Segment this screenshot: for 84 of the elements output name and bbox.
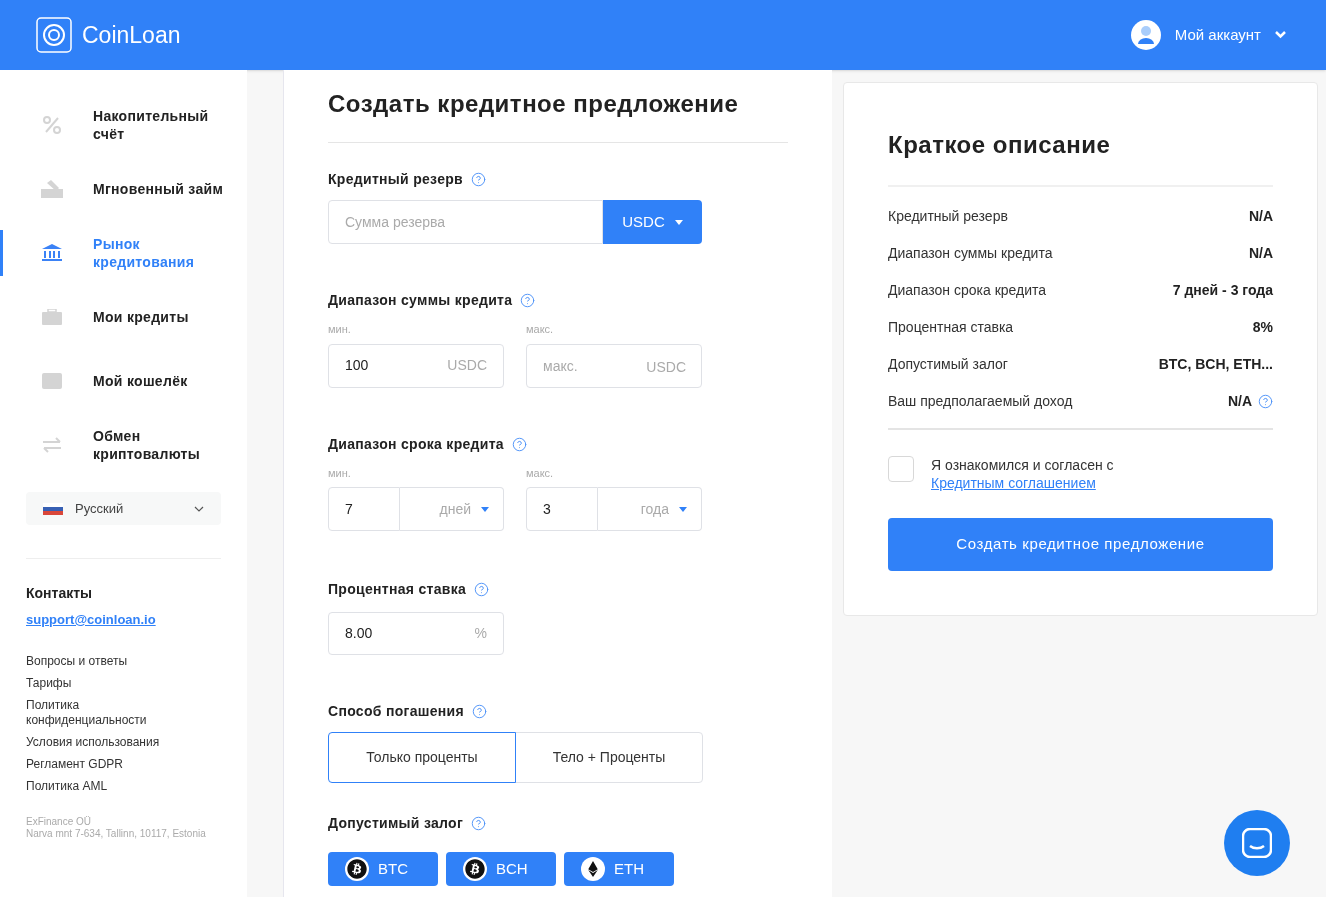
sidebar-item[interactable]: Мгновенный займ — [0, 166, 247, 212]
min-label: мин. — [328, 465, 352, 481]
contacts-heading: Контакты — [26, 584, 92, 603]
chevron-down-icon — [194, 505, 204, 512]
cheque-pen-icon — [41, 180, 63, 198]
caret-icon — [481, 506, 489, 512]
sidebar-item[interactable]: Обмен криптовалюты — [0, 422, 247, 468]
wallet-icon — [42, 373, 62, 389]
max-label: макс. — [526, 465, 555, 481]
briefcase-icon — [42, 309, 62, 325]
company-address: Narva mnt 7-634, Tallinn, 10117, Estonia — [26, 827, 206, 840]
repayment-option[interactable]: Только проценты — [328, 732, 516, 783]
field-label: Кредитный резерв — [328, 170, 463, 189]
help-icon[interactable] — [471, 704, 487, 719]
bank-icon — [42, 244, 62, 262]
field-label: Диапазон суммы кредита — [328, 291, 513, 310]
user-avatar-icon — [1130, 20, 1161, 50]
russian-flag-icon — [43, 502, 63, 515]
summary-value: BTC, BCH, ETH... — [1158, 354, 1273, 374]
footer-link[interactable]: Политика AML — [26, 778, 176, 794]
summary-value: N/A — [1227, 391, 1252, 411]
summary-label: Процентная ставка — [888, 317, 1014, 337]
field-label: Допустимый залог — [328, 814, 464, 833]
account-menu[interactable]: Мой аккаунт — [1130, 20, 1286, 50]
help-icon[interactable] — [471, 816, 487, 831]
summary-label: Кредитный резерв — [888, 206, 1008, 226]
sidebar-item[interactable]: Мой кошелёк — [0, 358, 247, 404]
field-label: Способ погашения — [328, 702, 464, 721]
create-offer-button[interactable]: Создать кредитное предложение — [888, 518, 1273, 571]
min-label: мин. — [328, 322, 352, 337]
summary-value: N/A — [1248, 243, 1273, 263]
chat-bubble-icon — [1242, 828, 1272, 858]
agree-checkbox[interactable] — [888, 456, 914, 482]
form-title: Создать кредитное предложение — [328, 86, 788, 143]
min-amount-field[interactable]: 100 USDC — [328, 343, 504, 388]
field-label: Процентная ставка — [328, 580, 467, 599]
ethereum-icon — [581, 857, 605, 881]
repayment-option[interactable]: Тело + Проценты — [515, 732, 703, 783]
interest-rate-field[interactable]: 8.00 % — [328, 612, 504, 655]
help-icon[interactable] — [474, 582, 490, 597]
collateral-coin-button[interactable]: BCH — [446, 852, 556, 886]
loan-agreement-link[interactable]: Кредитным соглашением — [931, 475, 1096, 491]
agreement-text: Я ознакомился и согласен с Кредитным соглашением — [931, 456, 1115, 492]
summary-value: N/A — [1248, 206, 1273, 226]
summary-label: Диапазон срока кредита — [888, 280, 1047, 300]
help-icon[interactable] — [471, 172, 486, 187]
exchange-arrows-icon — [42, 437, 62, 453]
sidebar-item[interactable]: Мои кредиты — [0, 294, 247, 340]
footer-link[interactable]: Вопросы и ответы — [26, 653, 176, 669]
summary-label: Допустимый залог — [888, 354, 1008, 374]
summary-value: 8% — [1252, 317, 1273, 337]
help-icon[interactable] — [520, 293, 536, 308]
field-label: Диапазон срока кредита — [328, 434, 504, 454]
logo-text: CoinLoan — [82, 20, 181, 50]
bitcoin-icon — [345, 857, 369, 881]
currency-select[interactable]: USDC — [603, 200, 702, 244]
summary-value: 7 дней - 3 года — [1172, 280, 1273, 300]
collateral-coin-button[interactable]: BTC — [328, 852, 438, 886]
bitcoin-icon — [463, 857, 487, 881]
help-icon[interactable] — [1258, 393, 1273, 409]
help-icon[interactable] — [511, 436, 527, 452]
max-label: макс. — [526, 322, 555, 337]
footer-link[interactable]: Условия использования — [26, 734, 176, 750]
footer-link[interactable]: Тарифы — [26, 675, 176, 691]
support-email-link[interactable]: support@coinloan.io — [26, 610, 156, 630]
collateral-coin-button[interactable]: ETH — [564, 852, 674, 886]
summary-title: Краткое описание — [888, 127, 1273, 187]
footer-link[interactable]: Регламент GDPR — [26, 756, 176, 772]
unit-label: USDC — [646, 357, 686, 377]
footer-link[interactable]: Политика конфиденциальности — [26, 697, 176, 728]
caret-icon — [679, 506, 687, 512]
min-term-field[interactable]: 7 — [328, 487, 400, 531]
reserve-amount-field[interactable]: Сумма резерва — [328, 200, 603, 244]
sidebar-item[interactable]: Рынок кредитования — [0, 230, 247, 276]
summary-label: Ваш предполагаемый доход — [888, 391, 1073, 411]
logo-icon — [36, 17, 72, 53]
company-name: ExFinance OÜ — [26, 815, 92, 828]
max-term-field[interactable]: 3 — [526, 487, 598, 531]
language-select[interactable]: Русский — [26, 492, 221, 525]
summary-label: Диапазон суммы кредита — [888, 243, 1053, 263]
percent-icon — [42, 115, 62, 135]
chevron-down-icon — [1275, 31, 1286, 39]
sidebar-item[interactable]: Накопительный счёт — [0, 102, 247, 148]
caret-icon — [674, 219, 683, 225]
